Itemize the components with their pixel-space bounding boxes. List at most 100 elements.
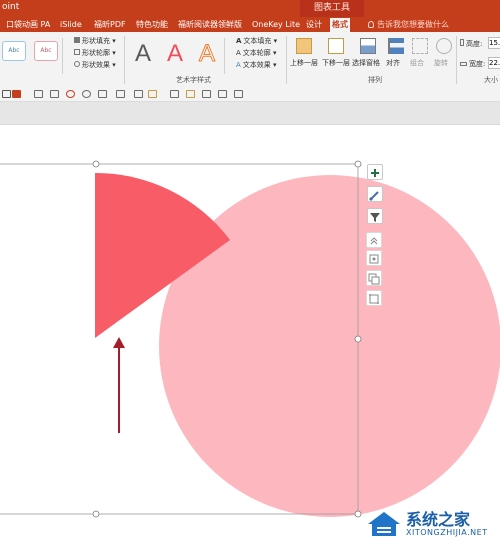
align-button[interactable]: 对齐 [386, 58, 400, 68]
text-fill-button[interactable]: A 文本填充 ▾ [236, 36, 277, 46]
tell-me-text: 告诉我您想要做什么 [377, 20, 449, 29]
rotate-icon [436, 38, 452, 54]
context-tab-header: 图表工具 [300, 0, 364, 17]
layout-options-button[interactable] [366, 250, 382, 266]
workspace-band [0, 102, 500, 125]
text-outline-button[interactable]: A 文本轮廓 ▾ [236, 48, 277, 58]
tab-foxit-reader[interactable]: 福昕阅读器领鲜版 [176, 18, 244, 32]
effects-icon [74, 61, 80, 67]
crop-icon[interactable] [202, 90, 211, 98]
resize-handle-top-right[interactable] [354, 160, 362, 168]
tab-special-features[interactable]: 特色功能 [134, 18, 170, 32]
copy-format-button[interactable] [366, 270, 382, 286]
tab-onekey-lite[interactable]: OneKey Lite [250, 18, 302, 32]
cancel-icon[interactable] [82, 90, 91, 98]
quick-access-toolbar [0, 87, 500, 102]
align-top-icon[interactable] [116, 90, 125, 98]
chart-filters-button[interactable] [367, 208, 383, 224]
size-group-label: 大小 [484, 76, 498, 84]
brush-icon [369, 191, 379, 201]
text-effects-button[interactable]: A 文本效果 ▾ [236, 60, 277, 70]
watermark-url: XITONGZHIJIA.NET [406, 528, 488, 537]
target-icon[interactable] [66, 90, 75, 98]
tab-design[interactable]: 设计 [304, 18, 324, 32]
chart-styles-button[interactable] [367, 186, 383, 202]
tab-format[interactable]: 格式 [330, 18, 350, 32]
crop-icon [369, 294, 379, 304]
format-painter-icon[interactable] [186, 90, 195, 98]
selection-pane-button[interactable]: 选择窗格 [352, 58, 380, 68]
group-objects-icon[interactable] [218, 90, 227, 98]
group-button[interactable]: 组合 [410, 58, 424, 68]
shape-fill-button[interactable]: 形状填充 ▾ [74, 36, 116, 46]
selection-pane-icon [360, 38, 376, 54]
brush-icon[interactable] [170, 90, 179, 98]
title-bar: oint 图表工具 [0, 0, 500, 17]
layout-options-icon [369, 254, 379, 264]
tab-foxit-pdf[interactable]: 福昕PDF [92, 18, 128, 32]
ribbon-tab-bar: 口袋动画 PA iSlide 福昕PDF 特色功能 福昕阅读器领鲜版 OneKe… [0, 17, 500, 32]
height-input[interactable]: 15. [488, 37, 500, 49]
shape-effects-button[interactable]: 形状效果 ▾ [74, 60, 116, 70]
resize-handle-top[interactable] [92, 160, 100, 168]
width-input[interactable]: 22. [488, 57, 500, 69]
slide-graphics [0, 160, 500, 518]
image-icon[interactable] [134, 90, 143, 98]
color-picker-icon[interactable] [12, 90, 21, 98]
crop-button[interactable] [366, 290, 382, 306]
lightbulb-icon [368, 21, 374, 28]
slide-canvas: 系统之家 XITONGZHIJIA.NET [0, 125, 500, 552]
send-backward-icon [328, 38, 344, 54]
wordart-group-label: 艺术字样式 [176, 76, 211, 84]
style-gallery-scroll[interactable] [62, 38, 70, 74]
width-icon [460, 62, 467, 66]
ribbon-separator [286, 36, 287, 84]
height-icon [460, 39, 464, 46]
wordart-style-red[interactable]: A [162, 40, 188, 68]
shape-outline-button[interactable]: 形状轮廓 ▾ [74, 48, 116, 58]
group-icon [412, 38, 428, 54]
plus-icon [371, 169, 379, 177]
watermark: 系统之家 XITONGZHIJIA.NET [364, 504, 494, 544]
annotation-arrowhead [113, 337, 125, 348]
ribbon: Abc Abc 形状填充 ▾ 形状轮廓 ▾ 形状效果 ▾ A A A A 文本填充… [0, 32, 500, 88]
align-left-icon[interactable] [34, 90, 43, 98]
text-effects-icon: A [236, 61, 241, 69]
resize-handle-bottom-right[interactable] [354, 510, 362, 518]
watermark-title: 系统之家 [406, 510, 471, 529]
paint-icon[interactable] [148, 90, 157, 98]
ribbon-separator [124, 36, 125, 84]
funnel-icon [370, 213, 380, 222]
color-square-icon[interactable] [2, 90, 11, 98]
text-outline-icon: A [236, 49, 241, 57]
tab-islide[interactable]: iSlide [58, 18, 84, 32]
ribbon-separator [456, 36, 457, 84]
collapse-button[interactable] [366, 232, 382, 248]
house-logo-icon [368, 512, 400, 536]
wordart-style-plain[interactable]: A [130, 40, 156, 68]
ungroup-icon[interactable] [234, 90, 243, 98]
copy-icon [368, 273, 380, 285]
resize-handle-right[interactable] [354, 335, 362, 343]
bring-forward-button[interactable]: 上移一层 [290, 58, 318, 68]
shape-style-swatch-blue[interactable]: Abc [2, 41, 26, 61]
paint-bucket-icon [74, 37, 80, 43]
wordart-style-outline[interactable]: A [194, 40, 220, 68]
app-title: oint [2, 2, 20, 12]
rotate-button[interactable]: 旋转 [434, 58, 448, 68]
tell-me-box[interactable]: 告诉我您想要做什么 [368, 18, 449, 32]
align-icon [388, 38, 404, 54]
bring-forward-icon [296, 38, 312, 54]
align-center-icon[interactable] [50, 90, 59, 98]
resize-handle-bottom[interactable] [92, 510, 100, 518]
shape-style-swatch-red[interactable]: Abc [34, 41, 58, 61]
chart-elements-button[interactable] [367, 164, 383, 180]
tab-pocket-animation[interactable]: 口袋动画 PA [4, 18, 52, 32]
double-chevron-up-icon [370, 237, 378, 245]
send-backward-button[interactable]: 下移一层 [322, 58, 350, 68]
pencil-icon [74, 49, 80, 55]
arrange-group-label: 排列 [368, 76, 382, 84]
height-label: 高度: [460, 39, 482, 49]
wordart-gallery-scroll[interactable] [224, 38, 231, 74]
distribute-icon[interactable] [98, 90, 107, 98]
